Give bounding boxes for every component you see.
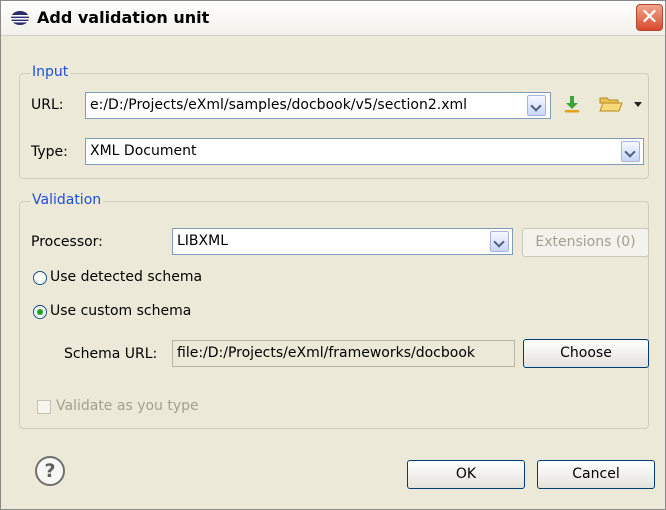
folder-open-icon[interactable] xyxy=(599,95,623,113)
cancel-button[interactable]: Cancel xyxy=(537,460,655,489)
help-icon[interactable]: ? xyxy=(35,456,65,486)
validate-as-you-type-checkbox[interactable] xyxy=(37,400,51,414)
use-detected-schema-radio[interactable] xyxy=(33,271,47,285)
close-icon: ✕ xyxy=(640,5,659,30)
extensions-button[interactable]: Extensions (0) xyxy=(522,228,649,257)
title-bar[interactable]: Add validation unit ✕ xyxy=(1,1,665,36)
type-select[interactable]: XML Document xyxy=(85,138,644,165)
url-dropdown-button[interactable] xyxy=(527,95,546,116)
use-custom-schema-radio[interactable] xyxy=(33,305,47,319)
eclipse-logo-icon xyxy=(11,11,29,25)
url-label: URL: xyxy=(31,97,64,113)
use-detected-schema-label[interactable]: Use detected schema xyxy=(50,269,217,285)
type-label: Type: xyxy=(31,144,68,160)
add-validation-unit-dialog: Add validation unit ✕ Input URL: e:/D:/P… xyxy=(0,0,666,510)
chevron-down-icon[interactable] xyxy=(634,102,642,108)
schema-url-field[interactable]: file:/D:/Projects/eXml/frameworks/docboo… xyxy=(172,340,515,367)
validate-as-you-type-label[interactable]: Validate as you type xyxy=(56,398,199,414)
type-value: XML Document xyxy=(90,143,197,159)
input-group-legend: Input xyxy=(30,64,71,80)
processor-select[interactable]: LIBXML xyxy=(172,228,513,255)
url-field[interactable]: e:/D:/Projects/eXml/samples/docbook/v5/s… xyxy=(85,92,551,119)
type-dropdown-button[interactable] xyxy=(621,141,640,162)
validation-group-legend: Validation xyxy=(30,192,104,208)
choose-button[interactable]: Choose xyxy=(523,339,649,368)
use-custom-schema-label[interactable]: Use custom schema xyxy=(50,303,191,319)
close-button[interactable]: ✕ xyxy=(636,4,663,31)
processor-label: Processor: xyxy=(31,234,103,250)
schema-url-label: Schema URL: xyxy=(64,346,158,362)
dialog-title: Add validation unit xyxy=(37,8,210,27)
schema-url-value: file:/D:/Projects/eXml/frameworks/docboo… xyxy=(177,345,476,361)
processor-value: LIBXML xyxy=(177,233,229,249)
ok-button[interactable]: OK xyxy=(407,460,525,489)
processor-dropdown-button[interactable] xyxy=(490,231,509,252)
url-value: e:/D:/Projects/eXml/samples/docbook/v5/s… xyxy=(90,97,468,113)
download-icon[interactable] xyxy=(563,95,581,113)
